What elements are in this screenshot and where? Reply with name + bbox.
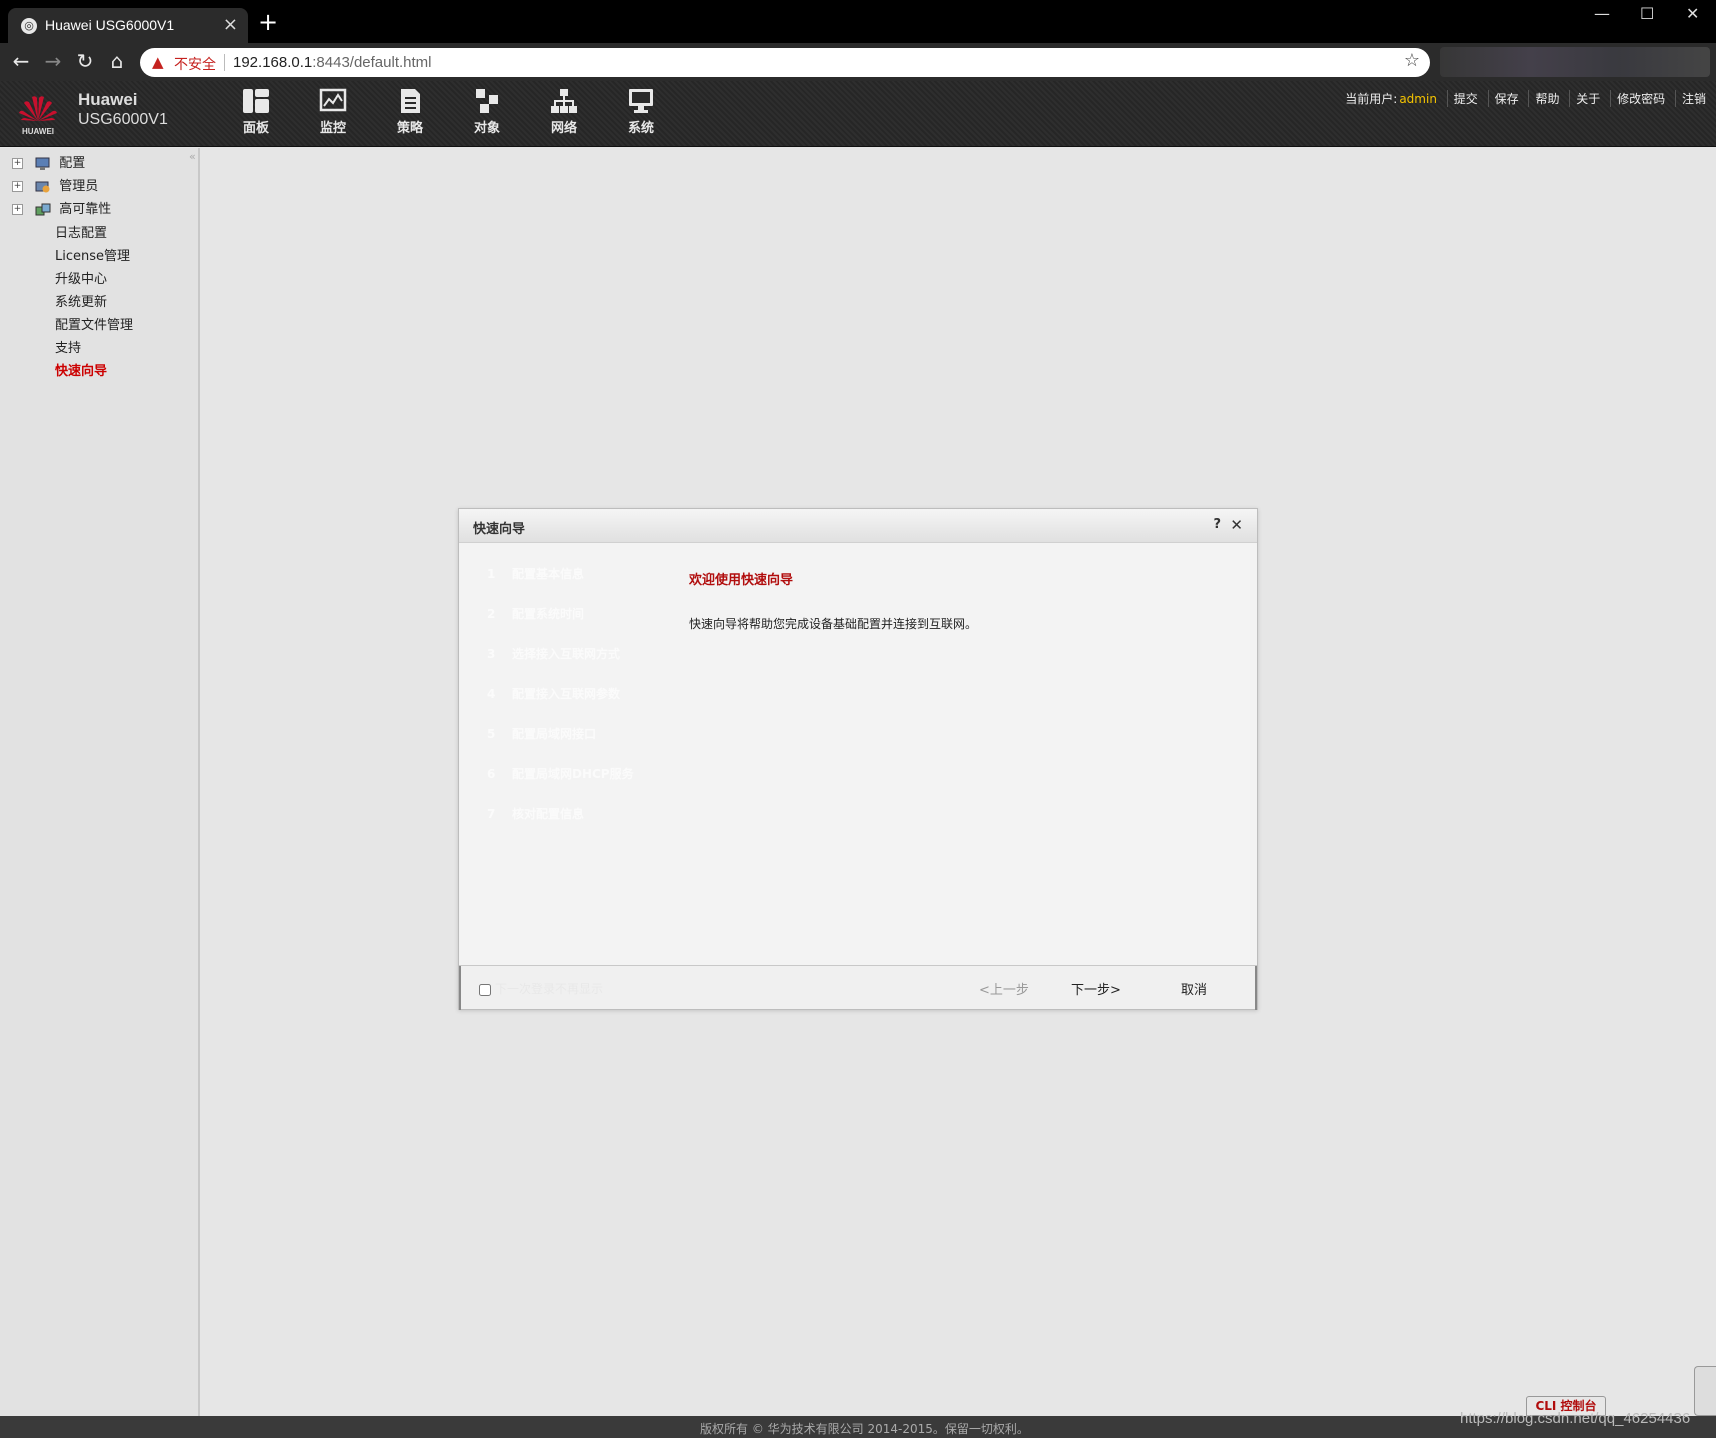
nav-dashboard[interactable]: 面板 bbox=[226, 87, 286, 143]
home-icon[interactable]: ⌂ bbox=[104, 49, 130, 73]
prev-step-button[interactable]: <上一步 bbox=[979, 979, 1029, 998]
logout-link[interactable]: 注销 bbox=[1674, 90, 1706, 107]
dialog-titlebar[interactable]: 快速向导 ? ✕ bbox=[459, 509, 1257, 543]
monitor-icon bbox=[319, 88, 347, 112]
dialog-title: 快速向导 bbox=[473, 522, 526, 537]
welcome-title: 欢迎使用快速向导 bbox=[689, 573, 794, 588]
quick-wizard-dialog: 快速向导 ? ✕ 1 配置基本信息 2 配置系统时间 3 选择接入互联网方式 4 配置接… bbox=[458, 508, 1258, 1010]
address-toolbar: ← → ↻ ⌂ ▲ 不安全 192.168.0.1:8443/default.h… bbox=[0, 43, 1716, 81]
object-icon bbox=[476, 89, 498, 113]
watermark-text: https://blog.csdn.net/qq_46254436 bbox=[1460, 1410, 1691, 1427]
sidebar-item-system-update[interactable]: 系统更新 bbox=[55, 291, 107, 310]
url-text[interactable]: 192.168.0.1:8443/default.html bbox=[233, 54, 432, 71]
nav-policy[interactable]: 策略 bbox=[380, 87, 440, 143]
dashboard-icon bbox=[243, 89, 269, 113]
url-bar[interactable]: ▲ 不安全 192.168.0.1:8443/default.html ☆ bbox=[140, 48, 1430, 77]
omnibox-divider bbox=[224, 54, 225, 71]
collapse-sidebar-icon[interactable]: « bbox=[189, 150, 196, 163]
high-availability-icon bbox=[35, 203, 51, 215]
dialog-footer: 下一次登录不再显示 <上一步 下一步> 取消 bbox=[459, 965, 1257, 1010]
sidebar-item-config-file[interactable]: 配置文件管理 bbox=[55, 314, 133, 333]
new-tab-button[interactable]: + bbox=[258, 8, 278, 36]
submit-link[interactable]: 提交 bbox=[1446, 90, 1478, 107]
browser-tabbar: ◎ Huawei USG6000V1 × + — ☐ ✕ bbox=[0, 0, 1716, 43]
user-toolbar: 当前用户: admin 提交 保存 帮助 关于 修改密码 注销 bbox=[1339, 90, 1706, 107]
browser-tab[interactable]: ◎ Huawei USG6000V1 × bbox=[8, 8, 248, 43]
minimize-icon[interactable]: — bbox=[1594, 4, 1610, 23]
config-icon bbox=[35, 157, 50, 170]
copyright-text: 版权所有 © 华为技术有限公司 2014-2015。保留一切权利。 bbox=[700, 1422, 1029, 1436]
extensions-area[interactable] bbox=[1440, 47, 1710, 77]
window-close-icon[interactable]: ✕ bbox=[1686, 4, 1699, 23]
wizard-step: 7 核对配置信息 bbox=[487, 807, 585, 821]
back-icon[interactable]: ← bbox=[8, 49, 34, 73]
wizard-step: 1 配置基本信息 bbox=[487, 567, 585, 581]
forward-icon[interactable]: → bbox=[40, 49, 66, 73]
sidebar-group-admin[interactable]: + 管理员 bbox=[12, 175, 98, 195]
policy-icon bbox=[401, 89, 420, 113]
maximize-icon[interactable]: ☐ bbox=[1640, 4, 1654, 23]
bookmark-star-icon[interactable]: ☆ bbox=[1404, 50, 1420, 71]
welcome-description: 快速向导将帮助您完成设备基础配置并连接到互联网。 bbox=[689, 617, 978, 631]
cancel-button[interactable]: 取消 bbox=[1181, 979, 1207, 998]
status-bar: 版权所有 © 华为技术有限公司 2014-2015。保留一切权利。 bbox=[0, 1416, 1716, 1438]
sidebar-group-ha[interactable]: + 高可靠性 bbox=[12, 198, 111, 218]
nav-system[interactable]: 系统 bbox=[611, 87, 671, 143]
nav-network[interactable]: 网络 bbox=[534, 87, 594, 143]
sidebar-item-license[interactable]: License管理 bbox=[55, 245, 130, 264]
network-icon bbox=[551, 89, 577, 113]
tab-title: Huawei USG6000V1 bbox=[45, 17, 175, 33]
help-icon[interactable]: ? bbox=[1213, 517, 1221, 532]
save-link[interactable]: 保存 bbox=[1487, 90, 1519, 107]
current-user-label: 当前用户: bbox=[1345, 92, 1398, 106]
wizard-step: 5 配置局域网接口 bbox=[487, 727, 597, 741]
close-icon[interactable]: ✕ bbox=[1230, 516, 1243, 534]
admin-icon bbox=[35, 181, 50, 192]
warning-icon[interactable]: ▲ bbox=[152, 53, 164, 71]
expand-icon[interactable]: + bbox=[12, 204, 23, 215]
expand-icon[interactable]: + bbox=[12, 181, 23, 192]
side-panel-handle[interactable] bbox=[1694, 1366, 1716, 1416]
close-tab-icon[interactable]: × bbox=[223, 14, 238, 35]
insecure-label[interactable]: 不安全 bbox=[174, 54, 216, 74]
next-step-button[interactable]: 下一步> bbox=[1071, 979, 1121, 998]
app-header: HUAWEI Huawei USG6000V1 面板 监控 策略 对象 网络 系… bbox=[0, 81, 1716, 147]
footer-edge bbox=[459, 966, 461, 1010]
brand-model: USG6000V1 bbox=[78, 111, 168, 128]
about-link[interactable]: 关于 bbox=[1569, 90, 1600, 107]
sidebar-item-upgrade-center[interactable]: 升级中心 bbox=[55, 268, 107, 287]
dont-show-checkbox-input[interactable] bbox=[479, 983, 491, 996]
sidebar-group-config[interactable]: + 配置 bbox=[12, 152, 85, 172]
sidebar: « + 配置 + 管理员 + 高可靠性 日志配置 License管理 升级中心 … bbox=[0, 148, 200, 1416]
dont-show-checkbox[interactable]: 下一次登录不再显示 bbox=[479, 980, 603, 997]
wizard-step: 3 选择接入互联网方式 bbox=[487, 647, 621, 661]
svg-text:HUAWEI: HUAWEI bbox=[22, 127, 54, 136]
sidebar-item-support[interactable]: 支持 bbox=[55, 337, 81, 356]
nav-object[interactable]: 对象 bbox=[457, 87, 517, 143]
huawei-logo-icon: HUAWEI bbox=[19, 96, 57, 136]
nav-monitor[interactable]: 监控 bbox=[303, 87, 363, 143]
username: admin bbox=[1399, 92, 1437, 106]
wizard-step: 2 配置系统时间 bbox=[487, 607, 585, 621]
help-link[interactable]: 帮助 bbox=[1528, 90, 1559, 107]
wizard-step: 6 配置局域网DHCP服务 bbox=[487, 767, 634, 781]
system-icon bbox=[629, 89, 653, 113]
wizard-step: 4 配置接入互联网参数 bbox=[487, 687, 621, 701]
footer-edge bbox=[1255, 966, 1257, 1010]
expand-icon[interactable]: + bbox=[12, 158, 23, 169]
globe-icon: ◎ bbox=[21, 18, 37, 34]
reload-icon[interactable]: ↻ bbox=[72, 49, 98, 73]
sidebar-item-log-config[interactable]: 日志配置 bbox=[55, 222, 107, 241]
change-password-link[interactable]: 修改密码 bbox=[1610, 90, 1665, 107]
brand-name: Huawei bbox=[78, 90, 138, 109]
sidebar-item-quick-wizard[interactable]: 快速向导 bbox=[55, 360, 107, 379]
